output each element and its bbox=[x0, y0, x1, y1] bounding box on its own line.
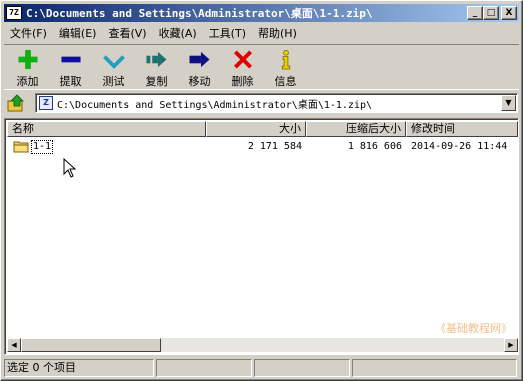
info-button[interactable]: 信息 bbox=[264, 45, 307, 89]
main-window: 7Z C:\Documents and Settings\Administrat… bbox=[0, 0, 523, 381]
menu-tools[interactable]: 工具(T) bbox=[203, 25, 252, 41]
extract-button[interactable]: 提取 bbox=[49, 45, 92, 89]
window-controls: _ □ X bbox=[467, 6, 517, 20]
copy-button[interactable]: 复制 bbox=[135, 45, 178, 89]
test-label: 测试 bbox=[102, 75, 125, 88]
menu-help[interactable]: 帮助(H) bbox=[252, 25, 303, 41]
move-label: 移动 bbox=[188, 75, 211, 88]
move-arrow-icon bbox=[189, 51, 210, 68]
column-header-modified[interactable]: 修改时间 bbox=[406, 121, 518, 137]
minimize-button[interactable]: _ bbox=[467, 6, 483, 20]
menu-edit[interactable]: 编辑(E) bbox=[53, 25, 103, 41]
add-button[interactable]: 添加 bbox=[6, 45, 49, 89]
app-icon[interactable]: 7Z bbox=[6, 6, 22, 20]
menu-favorites[interactable]: 收藏(A) bbox=[153, 25, 203, 41]
title-bar[interactable]: 7Z C:\Documents and Settings\Administrat… bbox=[4, 4, 519, 22]
folder-icon bbox=[13, 141, 29, 153]
horizontal-scrollbar[interactable]: ◀ ▶ bbox=[7, 338, 518, 352]
toolbar: 添加 提取 测试 复制 移动 删除 信息 bbox=[4, 44, 519, 90]
list-item[interactable]: 1-1 2 171 584 1 816 606 2014-09-26 11:44 bbox=[7, 140, 518, 154]
delete-button[interactable]: 删除 bbox=[221, 45, 264, 89]
column-header-size[interactable]: 大小 bbox=[206, 121, 306, 137]
mouse-cursor-icon bbox=[63, 158, 77, 178]
address-combobox[interactable]: Z C:\Documents and Settings\Administrato… bbox=[35, 93, 518, 113]
address-path: C:\Documents and Settings\Administrator\… bbox=[57, 99, 373, 111]
info-icon bbox=[281, 50, 290, 70]
column-header-packed-size[interactable]: 压缩后大小 bbox=[306, 121, 406, 137]
move-button[interactable]: 移动 bbox=[178, 45, 221, 89]
item-name: 1-1 bbox=[31, 140, 54, 154]
status-panel-packed bbox=[254, 359, 350, 377]
folder-up-icon[interactable] bbox=[6, 93, 26, 113]
column-headers: 名称 大小 压缩后大小 修改时间 bbox=[7, 121, 518, 137]
copy-label: 复制 bbox=[145, 75, 168, 88]
zip-archive-icon: Z bbox=[39, 96, 53, 110]
status-panel-size bbox=[156, 359, 252, 377]
menu-bar: 文件(F) 编辑(E) 查看(V) 收藏(A) 工具(T) 帮助(H) bbox=[4, 23, 519, 42]
scroll-thumb[interactable] bbox=[21, 338, 161, 352]
status-panel-extra bbox=[352, 359, 517, 377]
minus-icon bbox=[60, 56, 81, 63]
item-size: 2 171 584 bbox=[247, 141, 302, 152]
column-header-name[interactable]: 名称 bbox=[7, 121, 206, 137]
copy-arrow-icon bbox=[146, 51, 167, 68]
delete-x-icon bbox=[233, 50, 252, 69]
status-bar: 选定 0 个项目 bbox=[4, 359, 519, 378]
menu-view[interactable]: 查看(V) bbox=[102, 25, 152, 41]
plus-icon bbox=[17, 49, 38, 70]
window-title: C:\Documents and Settings\Administrator\… bbox=[26, 7, 373, 20]
menu-file[interactable]: 文件(F) bbox=[4, 25, 53, 41]
address-bar: Z C:\Documents and Settings\Administrato… bbox=[4, 91, 519, 115]
item-modified: 2014-09-26 11:44 bbox=[411, 141, 508, 152]
info-label: 信息 bbox=[274, 75, 297, 88]
delete-label: 删除 bbox=[231, 75, 254, 88]
watermark-text: 《基础教程网》 bbox=[435, 322, 512, 335]
scroll-left-button[interactable]: ◀ bbox=[7, 338, 21, 352]
check-icon bbox=[102, 55, 125, 69]
item-packed-size: 1 816 606 bbox=[347, 141, 402, 152]
test-button[interactable]: 测试 bbox=[92, 45, 135, 89]
file-list[interactable]: 名称 大小 压缩后大小 修改时间 1-1 2 171 584 1 816 606… bbox=[4, 118, 519, 355]
status-selection: 选定 0 个项目 bbox=[4, 359, 154, 377]
close-button[interactable]: X bbox=[501, 6, 517, 20]
extract-label: 提取 bbox=[59, 75, 82, 88]
address-dropdown-button[interactable]: ▼ bbox=[501, 95, 516, 111]
scroll-right-button[interactable]: ▶ bbox=[504, 338, 518, 352]
maximize-button[interactable]: □ bbox=[483, 6, 499, 20]
add-label: 添加 bbox=[16, 75, 39, 88]
